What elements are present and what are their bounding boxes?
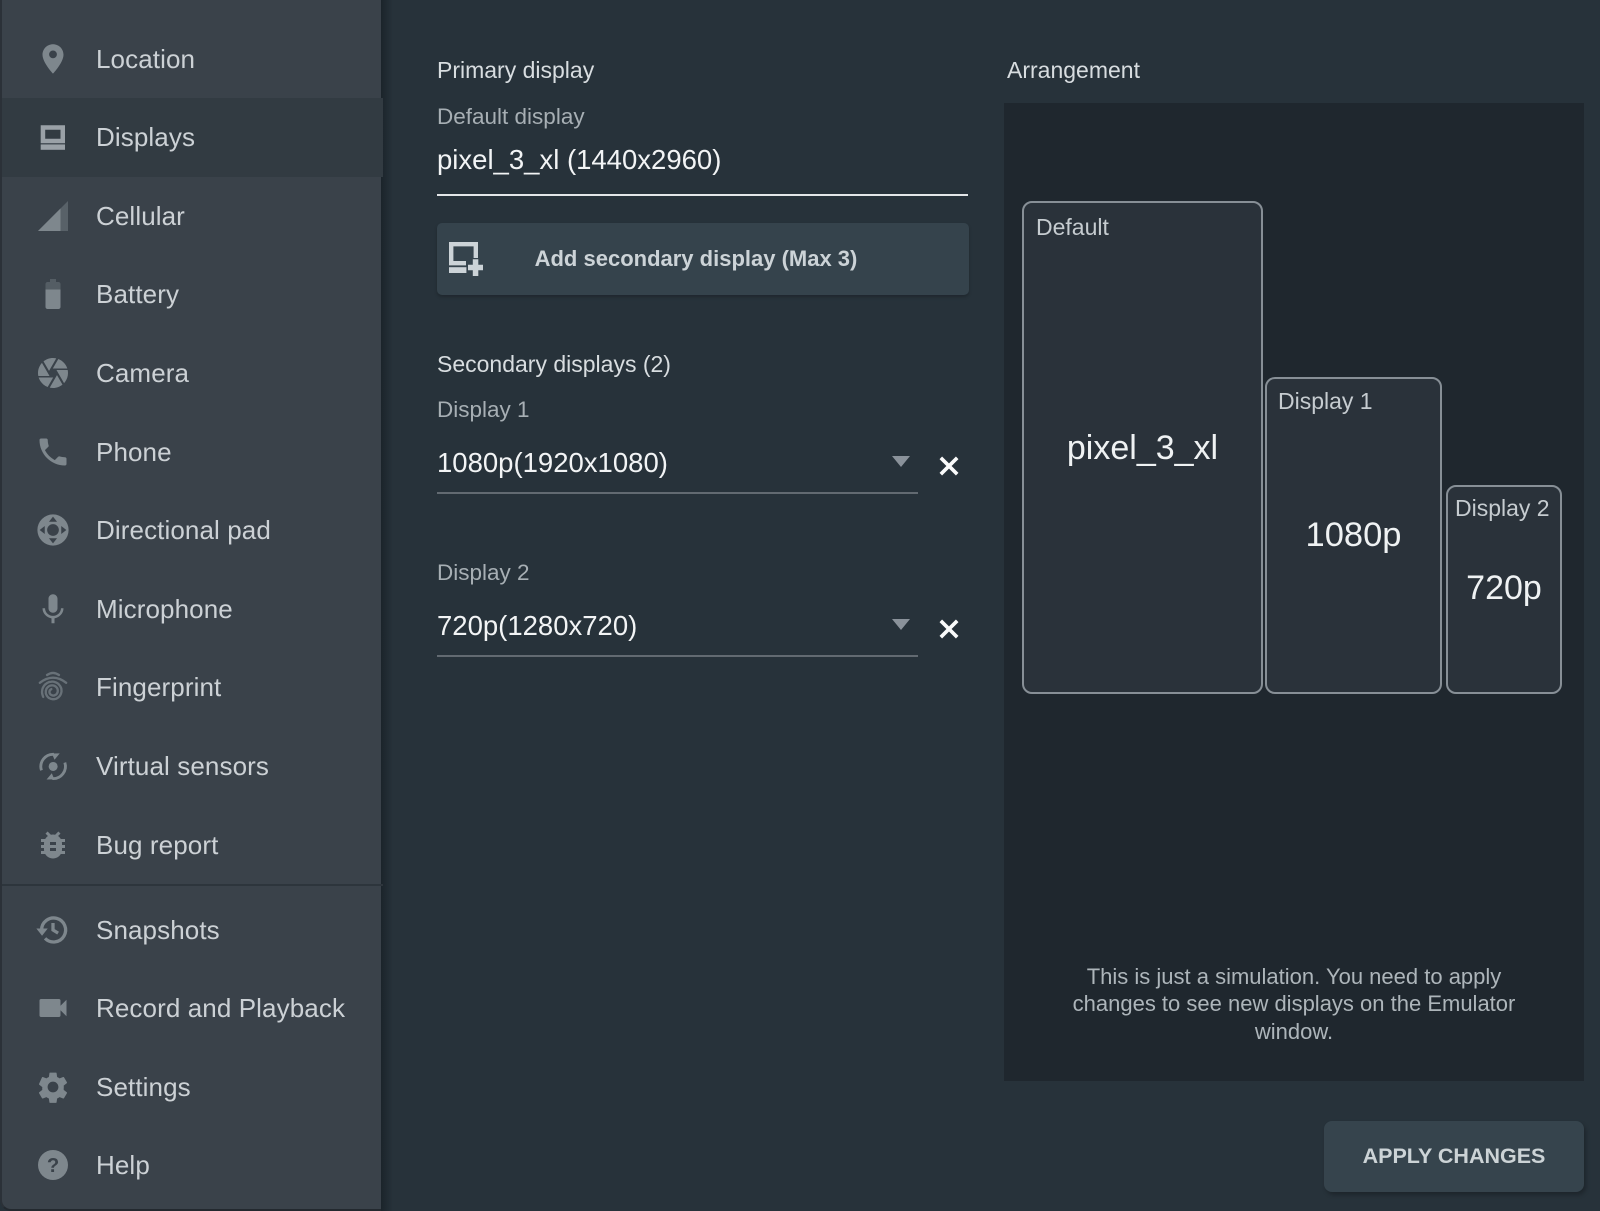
svg-text:?: ?: [47, 1155, 59, 1177]
